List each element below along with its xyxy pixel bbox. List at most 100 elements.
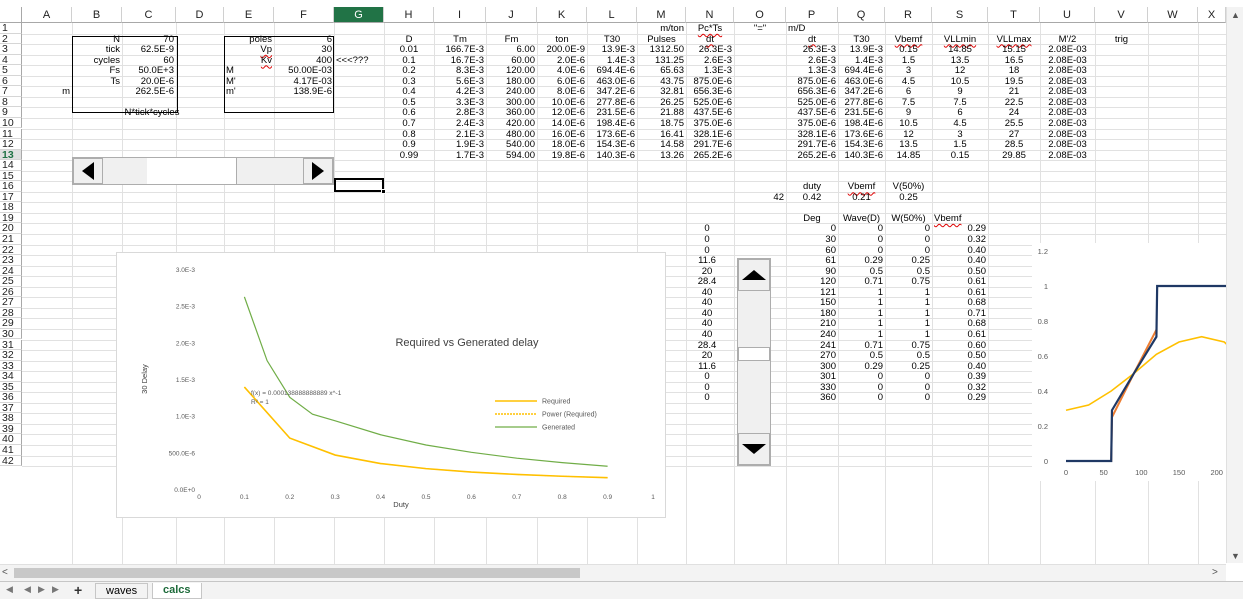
column-header-p[interactable]: P [786, 7, 838, 23]
scroll-up-button[interactable] [738, 259, 770, 291]
x-tick-label: 0.8 [558, 494, 567, 501]
table-cell[interactable]: 594.00 [488, 149, 535, 162]
column-header-c[interactable]: C [122, 7, 176, 23]
column-header-j[interactable]: J [486, 7, 537, 23]
column-header-r[interactable]: R [885, 7, 932, 23]
window-hscrollbar[interactable]: < > [0, 564, 1226, 581]
table-cell[interactable]: 140.3E-6 [840, 149, 883, 162]
select-all-corner[interactable] [0, 7, 22, 23]
chart2-x-tick: 200 [1210, 468, 1223, 477]
window-vscrollbar[interactable]: ▲ ▼ [1226, 7, 1243, 563]
scroll-thumb-v[interactable] [738, 347, 770, 361]
deg-cell[interactable]: 0 [887, 391, 930, 404]
header-equals[interactable]: "=" [736, 22, 784, 35]
table-cell[interactable]: 0.99 [386, 149, 432, 162]
column-header-l[interactable]: L [587, 7, 637, 23]
column-header-m[interactable]: M [637, 7, 686, 23]
x-tick-label: 0.9 [603, 494, 612, 501]
add-sheet-icon[interactable]: + [74, 582, 82, 598]
chart2-y-tick: 1.2 [1038, 247, 1048, 256]
spreadsheet[interactable]: ABCDEFGHIJKLMNOPQRSTUVWX 1 2 3 4 5 6 7 8 9 10 11 12… [0, 0, 1243, 599]
column-header-t[interactable]: T [988, 7, 1040, 23]
column-header-s[interactable]: S [932, 7, 988, 23]
chart2-x-tick: 0 [1064, 468, 1068, 477]
row-header-42[interactable]: 42 [0, 455, 22, 467]
next-sheet-icon[interactable]: ▶ [38, 584, 45, 595]
scroll-down-button[interactable] [738, 433, 770, 465]
cell-o17[interactable]: 42 [736, 191, 784, 204]
column-header-v[interactable]: V [1095, 7, 1148, 23]
param-label[interactable]: m [24, 85, 70, 98]
chart-required-vs-generated[interactable]: 0.0E+0 500.0E-6 1.0E-3 1.5E-3 2.0E-3 2.5E-3 3.… [116, 252, 666, 518]
scroll-thumb[interactable] [147, 158, 237, 184]
column-header-o[interactable]: O [734, 7, 786, 23]
vscroll-down-icon[interactable]: ▼ [1231, 551, 1240, 561]
row-header-32[interactable]: 32 [0, 350, 22, 361]
row-header-1[interactable]: 1 [0, 23, 22, 34]
column-header-g[interactable]: G [334, 7, 384, 23]
vbemf-value[interactable]: 0.21 [840, 191, 883, 204]
table-cell[interactable]: 0.15 [934, 149, 986, 162]
column-header-q[interactable]: Q [838, 7, 885, 23]
column-header-x[interactable]: X [1198, 7, 1226, 23]
table-cell[interactable]: 265.2E-6 [788, 149, 836, 162]
column-header-h[interactable]: H [384, 7, 434, 23]
row-header-41[interactable]: 41 [0, 445, 22, 456]
chart-waveforms[interactable]: 0 0.2 0.4 0.6 0.8 1 1.2 0 50 100 150 200 [1032, 243, 1232, 481]
column-header-e[interactable]: E [224, 7, 274, 23]
gridline-row [22, 223, 1226, 225]
scroll-left-button[interactable] [73, 158, 103, 184]
chart2-y-tick: 0.2 [1038, 422, 1048, 431]
deg-cell[interactable]: 0.29 [934, 391, 987, 404]
kv-note[interactable]: <<<??? [336, 54, 382, 67]
chart-title: Required vs Generated delay [395, 337, 539, 349]
scroll-right-button[interactable] [303, 158, 333, 184]
column-header-b[interactable]: B [72, 7, 122, 23]
x-tick-label: 0.4 [376, 494, 385, 501]
tab-waves[interactable]: waves [95, 583, 149, 599]
chart1-svg: 0.0E+0 500.0E-6 1.0E-3 1.5E-3 2.0E-3 2.5E-3 3.… [140, 267, 655, 509]
deg-cell[interactable]: 360 [788, 391, 836, 404]
table-cell[interactable]: 140.3E-6 [589, 149, 635, 162]
row-header-10[interactable]: 10 [0, 118, 22, 129]
gridline-col [838, 23, 839, 564]
column-header-i[interactable]: I [434, 7, 486, 23]
hscroll-right-icon[interactable]: > [1212, 567, 1218, 578]
hscroll-thumb[interactable] [14, 568, 580, 578]
column-header-u[interactable]: U [1040, 7, 1095, 23]
row-header-21[interactable]: 21 [0, 234, 22, 245]
active-cell-g13[interactable] [334, 178, 384, 192]
y-tick-label: 2.5E-3 [176, 304, 196, 311]
sheet-tab-bar: ◀ ◀ ▶ ▶ + waves calcs [0, 581, 1243, 599]
degree-scrollbar[interactable] [737, 258, 771, 466]
column-header-n[interactable]: N [686, 7, 734, 23]
hscroll-left-icon[interactable]: < [2, 567, 8, 578]
n-col-value[interactable]: 0 [684, 391, 730, 404]
row-header-12[interactable]: 12 [0, 139, 22, 150]
prev-sheet-icon[interactable]: ◀ [24, 584, 31, 595]
table-cell[interactable]: 19.8E-6 [539, 149, 585, 162]
deg-cell[interactable]: 0 [840, 391, 883, 404]
table-header[interactable]: trig [1097, 33, 1146, 46]
v50-value[interactable]: 0.25 [887, 191, 930, 204]
last-sheet-icon[interactable]: ▶ [52, 584, 59, 595]
column-header-d[interactable]: D [176, 7, 224, 23]
duty-scrollbar[interactable] [72, 157, 334, 185]
table-cell[interactable]: 265.2E-6 [688, 149, 732, 162]
column-header-w[interactable]: W [1148, 7, 1198, 23]
chart2-y-tick: 0.8 [1038, 317, 1048, 326]
column-header-k[interactable]: K [537, 7, 587, 23]
table-cell[interactable]: 29.85 [990, 149, 1038, 162]
table-cell[interactable]: 2.08E-03 [1042, 149, 1093, 162]
column-header-f[interactable]: F [274, 7, 334, 23]
vscroll-up-icon[interactable]: ▲ [1231, 10, 1240, 20]
arrow-down-icon [742, 444, 766, 454]
table-cell[interactable]: 13.26 [639, 149, 684, 162]
table-cell[interactable]: 14.85 [887, 149, 930, 162]
row-header-30[interactable]: 30 [0, 329, 22, 340]
tab-calcs[interactable]: calcs [152, 583, 202, 599]
duty-value[interactable]: 0.42 [788, 191, 836, 204]
first-sheet-icon[interactable]: ◀ [6, 584, 13, 595]
table-cell[interactable]: 1.7E-3 [436, 149, 484, 162]
column-header-a[interactable]: A [22, 7, 72, 23]
